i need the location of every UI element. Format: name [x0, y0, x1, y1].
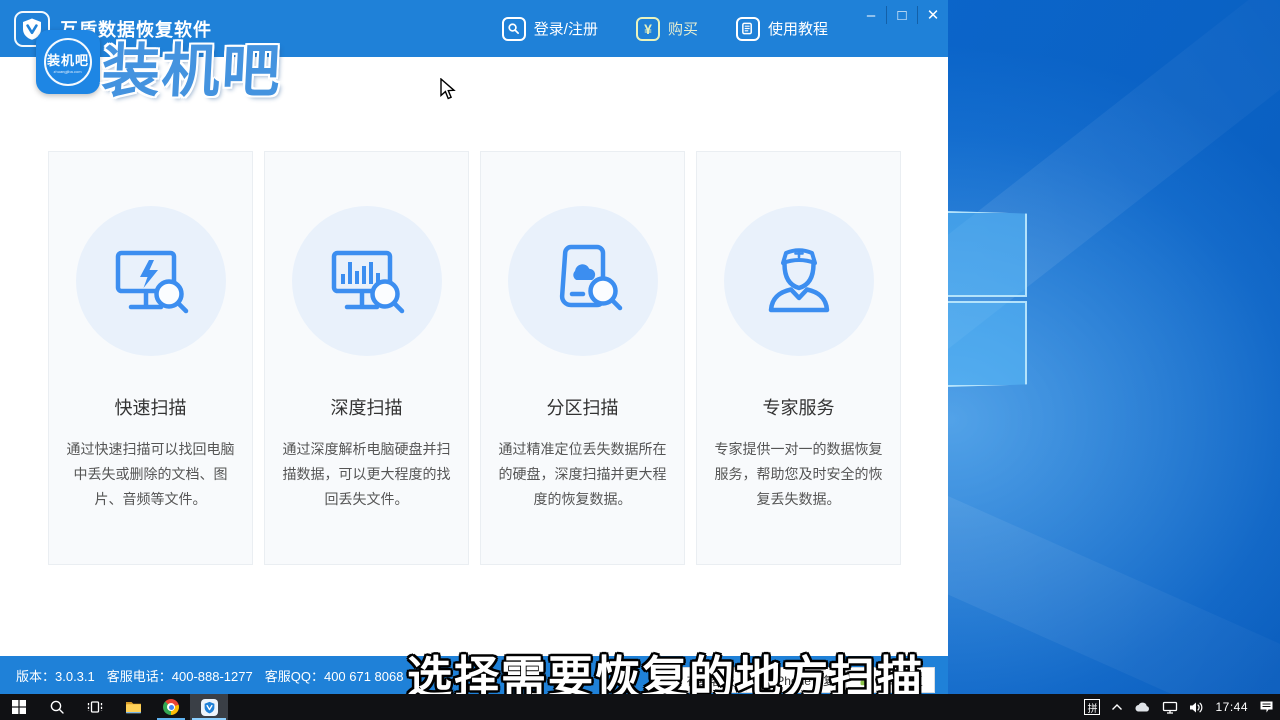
titlebar-menu: 登录/注册 ¥ 购买 使用教程 [502, 0, 828, 57]
scan-mode-cards: 快速扫描 通过快速扫描可以找回电脑中丢失或删除的文档、图片、音频等文件。 深度扫… [0, 151, 948, 565]
yen-icon: ¥ [636, 17, 660, 41]
login-register-button[interactable]: 登录/注册 [502, 17, 598, 41]
zhuangjiba-circle: 装机吧 zhuangjiba.com [44, 38, 92, 86]
login-register-label: 登录/注册 [534, 18, 598, 39]
volume-icon[interactable] [1189, 701, 1204, 714]
onedrive-cloud-icon[interactable] [1134, 701, 1151, 713]
taskbar: 拼 17:44 [0, 694, 1280, 720]
windows-logo-pane-top [947, 211, 1027, 297]
drive-cloud-search-icon [535, 233, 631, 329]
minimize-button[interactable]: – [856, 0, 886, 30]
tutorial-label: 使用教程 [768, 18, 828, 39]
screen: 互盾数据恢复软件 登录/注册 ¥ 购买 [0, 0, 1280, 720]
card-title: 快速扫描 [115, 394, 187, 420]
card-deep-scan[interactable]: 深度扫描 通过深度解析电脑硬盘并扫描数据，可以更大程度的找回丢失文件。 [264, 151, 469, 565]
window-controls: – □ ✕ [856, 0, 948, 30]
card-partition-scan[interactable]: 分区扫描 通过精准定位丢失数据所在的硬盘，深度扫描并更大程度的恢复数据。 [480, 151, 685, 565]
icon-circle [292, 206, 442, 356]
card-description: 通过精准定位丢失数据所在的硬盘，深度扫描并更大程度的恢复数据。 [498, 437, 668, 512]
mouse-cursor [440, 78, 456, 100]
chrome-icon [163, 699, 179, 715]
icon-circle [76, 206, 226, 356]
badge-subtext: zhuangjiba.com [54, 69, 82, 74]
taskbar-search-button[interactable] [38, 694, 76, 720]
service-qq-text: 客服QQ：400 671 8068 [265, 666, 404, 685]
card-title: 专家服务 [763, 394, 835, 420]
windows-logo-pane-bottom [947, 301, 1027, 387]
badge-text: 装机吧 [47, 50, 89, 69]
app-shield-icon [201, 699, 218, 716]
card-description: 专家提供一对一的数据恢复服务，帮助您及时安全的恢复丢失数据。 [714, 437, 884, 512]
service-phone-text: 客服电话：400-888-1277 [107, 666, 253, 685]
buy-label: 购买 [668, 18, 698, 39]
card-quick-scan[interactable]: 快速扫描 通过快速扫描可以找回电脑中丢失或删除的文档、图片、音频等文件。 [48, 151, 253, 565]
hidden-icons-chevron-icon[interactable] [1111, 703, 1123, 711]
network-icon[interactable] [1162, 701, 1178, 714]
windows-start-icon [12, 700, 26, 714]
version-text: 版本：3.0.3.1 [16, 666, 95, 685]
task-view-button[interactable] [76, 694, 114, 720]
book-icon [736, 17, 760, 41]
card-expert-service[interactable]: 专家服务 专家提供一对一的数据恢复服务，帮助您及时安全的恢复丢失数据。 [696, 151, 901, 565]
buy-button[interactable]: ¥ 购买 [636, 17, 698, 41]
zhuangjiba-watermark-text: 装机吧 [100, 24, 284, 108]
monitor-lightning-search-icon [103, 233, 199, 329]
chrome-taskbar-button[interactable] [152, 694, 190, 720]
icon-circle [724, 206, 874, 356]
maximize-button[interactable]: □ [887, 0, 917, 30]
file-explorer-button[interactable] [114, 694, 152, 720]
search-icon [49, 699, 65, 715]
action-center-icon[interactable] [1259, 700, 1274, 714]
monitor-chart-search-icon [319, 233, 415, 329]
task-view-icon [87, 700, 103, 714]
system-tray: 拼 17:44 [1084, 694, 1274, 720]
card-description: 通过快速扫描可以找回电脑中丢失或删除的文档、图片、音频等文件。 [66, 437, 236, 512]
file-explorer-icon [125, 700, 142, 714]
ime-indicator[interactable]: 拼 [1084, 699, 1100, 715]
card-description: 通过深度解析电脑硬盘并扫描数据，可以更大程度的找回丢失文件。 [282, 437, 452, 512]
recovery-app-taskbar-button[interactable] [190, 694, 228, 720]
zhuangjiba-badge-logo: 装机吧 zhuangjiba.com [36, 30, 100, 94]
icon-circle [508, 206, 658, 356]
clock[interactable]: 17:44 [1215, 700, 1248, 714]
login-key-icon [502, 17, 526, 41]
start-button[interactable] [0, 694, 38, 720]
tutorial-button[interactable]: 使用教程 [736, 17, 828, 41]
expert-person-icon [751, 233, 847, 329]
card-title: 深度扫描 [331, 394, 403, 420]
close-button[interactable]: ✕ [918, 0, 948, 30]
card-title: 分区扫描 [547, 394, 619, 420]
